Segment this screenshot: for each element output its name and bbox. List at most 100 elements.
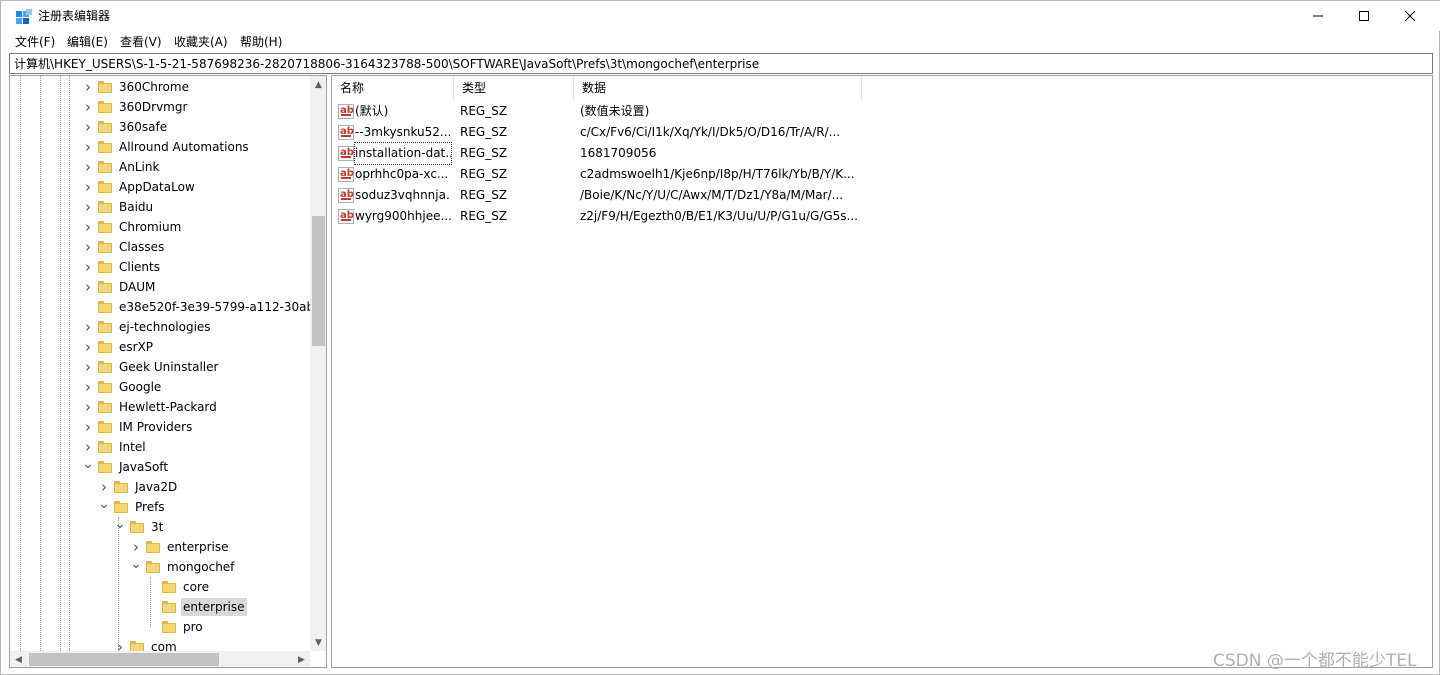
regedit-icon bbox=[16, 9, 32, 24]
tree-item[interactable]: › DAUM bbox=[82, 277, 157, 297]
tree-item[interactable]: › AnLink bbox=[82, 157, 161, 177]
column-header-type[interactable]: 类型 bbox=[454, 76, 574, 100]
tree-item[interactable]: e38e520f-3e39-5799-a112-30abd bbox=[82, 297, 310, 317]
chevron-right-icon[interactable]: › bbox=[82, 137, 94, 157]
tree-item[interactable]: › ej-technologies bbox=[82, 317, 213, 337]
value-name: (默认) bbox=[355, 104, 389, 118]
value-type: REG_SZ bbox=[460, 209, 508, 223]
chevron-down-icon[interactable]: ⌄ bbox=[130, 554, 142, 574]
menu-favorites[interactable]: 收藏夹(A) bbox=[174, 34, 228, 50]
folder-body bbox=[114, 483, 128, 493]
tree-item[interactable]: › 360safe bbox=[82, 117, 169, 137]
chevron-right-icon[interactable]: › bbox=[82, 177, 94, 197]
address-path[interactable]: 计算机\HKEY_USERS\S-1-5-21-587698236-282071… bbox=[14, 56, 759, 72]
tree-item-label: Clients bbox=[119, 260, 160, 274]
minimize-button[interactable] bbox=[1295, 1, 1341, 31]
tree-item[interactable]: › Hewlett-Packard bbox=[82, 397, 219, 417]
chevron-right-icon[interactable]: › bbox=[82, 317, 94, 337]
chevron-right-icon[interactable]: › bbox=[82, 397, 94, 417]
menu-view[interactable]: 查看(V) bbox=[120, 34, 162, 50]
value-row[interactable]: ab --3mkysnku52... REG_SZ c/Cx/Fv6/Ci/I1k/X… bbox=[332, 122, 872, 143]
chevron-down-icon[interactable]: ⌄ bbox=[114, 514, 126, 534]
tree-item[interactable]: pro bbox=[146, 617, 205, 637]
value-data: 1681709056 bbox=[580, 146, 657, 160]
chevron-right-icon[interactable]: › bbox=[82, 357, 94, 377]
tree-item[interactable]: › 360Chrome bbox=[82, 77, 191, 97]
tree-item[interactable]: › esrXP bbox=[82, 337, 155, 357]
chevron-right-icon[interactable]: › bbox=[82, 377, 94, 397]
tree-horizontal-scrollbar[interactable]: ◀ ▶ bbox=[10, 651, 310, 667]
tree-item[interactable]: core bbox=[146, 577, 211, 597]
chevron-right-icon[interactable]: › bbox=[82, 117, 94, 137]
value-row[interactable]: ab installation-dat... REG_SZ 1681709056 bbox=[332, 142, 872, 165]
chevron-down-icon[interactable]: ⌄ bbox=[98, 494, 110, 514]
menu-edit[interactable]: 编辑(E) bbox=[67, 34, 108, 50]
chevron-right-icon[interactable]: › bbox=[82, 157, 94, 177]
chevron-down-icon[interactable]: ⌄ bbox=[82, 454, 94, 474]
column-header-data[interactable]: 数据 bbox=[574, 76, 862, 100]
value-row[interactable]: ab (默认) REG_SZ (数值未设置) bbox=[332, 101, 872, 122]
tree-item[interactable]: › Allround Automations bbox=[82, 137, 251, 157]
value-type: REG_SZ bbox=[460, 167, 508, 181]
tree-item-label: e38e520f-3e39-5799-a112-30abd bbox=[119, 300, 310, 314]
tree-item[interactable]: › AppDataLow bbox=[82, 177, 197, 197]
chevron-right-icon[interactable]: › bbox=[82, 97, 94, 117]
value-data: (数值未设置) bbox=[580, 104, 650, 118]
tree-vertical-scroll-thumb[interactable] bbox=[312, 216, 325, 346]
value-row[interactable]: ab wyrg900hhjee... REG_SZ z2j/F9/H/Egezth0/… bbox=[332, 206, 872, 227]
tree-item[interactable]: › enterprise bbox=[130, 537, 231, 557]
chevron-right-icon[interactable]: › bbox=[82, 417, 94, 437]
tree-item[interactable]: › Classes bbox=[82, 237, 166, 257]
tree-item[interactable]: › Geek Uninstaller bbox=[82, 357, 220, 377]
folder-icon bbox=[162, 621, 176, 633]
chevron-right-icon[interactable]: › bbox=[114, 637, 126, 651]
tree-item-label: ej-technologies bbox=[119, 320, 211, 334]
chevron-right-icon[interactable]: › bbox=[82, 257, 94, 277]
tree-horizontal-scroll-thumb[interactable] bbox=[29, 653, 219, 666]
tree-guide-line bbox=[118, 517, 119, 651]
close-button[interactable] bbox=[1387, 1, 1433, 31]
folder-icon bbox=[114, 481, 128, 493]
folder-body bbox=[98, 143, 112, 153]
chevron-right-icon[interactable]: › bbox=[82, 217, 94, 237]
tree-item[interactable]: › Baidu bbox=[82, 197, 155, 217]
chevron-right-icon[interactable]: › bbox=[82, 277, 94, 297]
folder-body bbox=[98, 123, 112, 133]
chevron-right-icon[interactable]: › bbox=[82, 197, 94, 217]
scroll-down-icon[interactable]: ▼ bbox=[310, 634, 326, 651]
column-header-name[interactable]: 名称 bbox=[332, 76, 454, 100]
menu-file[interactable]: 文件(F) bbox=[15, 34, 55, 50]
string-value-icon-glyph: ab bbox=[340, 168, 354, 179]
tree-item[interactable]: › 360Drvmgr bbox=[82, 97, 189, 117]
menu-help[interactable]: 帮助(H) bbox=[240, 34, 282, 50]
tree-item-label: Allround Automations bbox=[119, 140, 249, 154]
tree-item[interactable]: enterprise bbox=[146, 597, 247, 617]
tree-item[interactable]: › com bbox=[114, 637, 179, 651]
chevron-right-icon[interactable]: › bbox=[82, 237, 94, 257]
scroll-left-icon[interactable]: ◀ bbox=[10, 651, 27, 667]
tree-item-label: Google bbox=[119, 380, 162, 394]
tree-item-label: IM Providers bbox=[119, 420, 193, 434]
folder-body bbox=[98, 103, 112, 113]
tree-item[interactable]: › Java2D bbox=[98, 477, 179, 497]
tree-item[interactable]: › Clients bbox=[82, 257, 162, 277]
scroll-up-icon[interactable]: ▲ bbox=[310, 76, 326, 93]
tree-item[interactable]: › Chromium bbox=[82, 217, 183, 237]
folder-icon bbox=[98, 461, 112, 473]
folder-icon bbox=[98, 221, 112, 233]
value-row[interactable]: ab soduz3vqhnnja... REG_SZ/Boie/K/Nc/Y/U/C… bbox=[332, 185, 872, 206]
tree-item[interactable]: ⌄ Prefs bbox=[98, 494, 167, 517]
scroll-right-icon[interactable]: ▶ bbox=[293, 651, 310, 667]
address-bar[interactable]: 计算机\HKEY_USERS\S-1-5-21-587698236-282071… bbox=[9, 53, 1433, 74]
value-row[interactable]: ab oprhhc0pa-xc... REG_SZ c2admswoelh1/Kje6… bbox=[332, 164, 872, 185]
tree-item[interactable]: › IM Providers bbox=[82, 417, 194, 437]
chevron-right-icon[interactable]: › bbox=[82, 77, 94, 97]
tree-item[interactable]: ⌄ 3t bbox=[114, 514, 165, 537]
tree-item[interactable]: › Google bbox=[82, 377, 163, 397]
tree-item[interactable]: ⌄ mongochef bbox=[130, 554, 236, 577]
maximize-button[interactable] bbox=[1341, 1, 1387, 31]
chevron-right-icon[interactable]: › bbox=[82, 337, 94, 357]
tree-item[interactable]: ⌄ JavaSoft bbox=[82, 454, 170, 477]
tree-vertical-scrollbar[interactable]: ▲ ▼ bbox=[310, 76, 326, 651]
